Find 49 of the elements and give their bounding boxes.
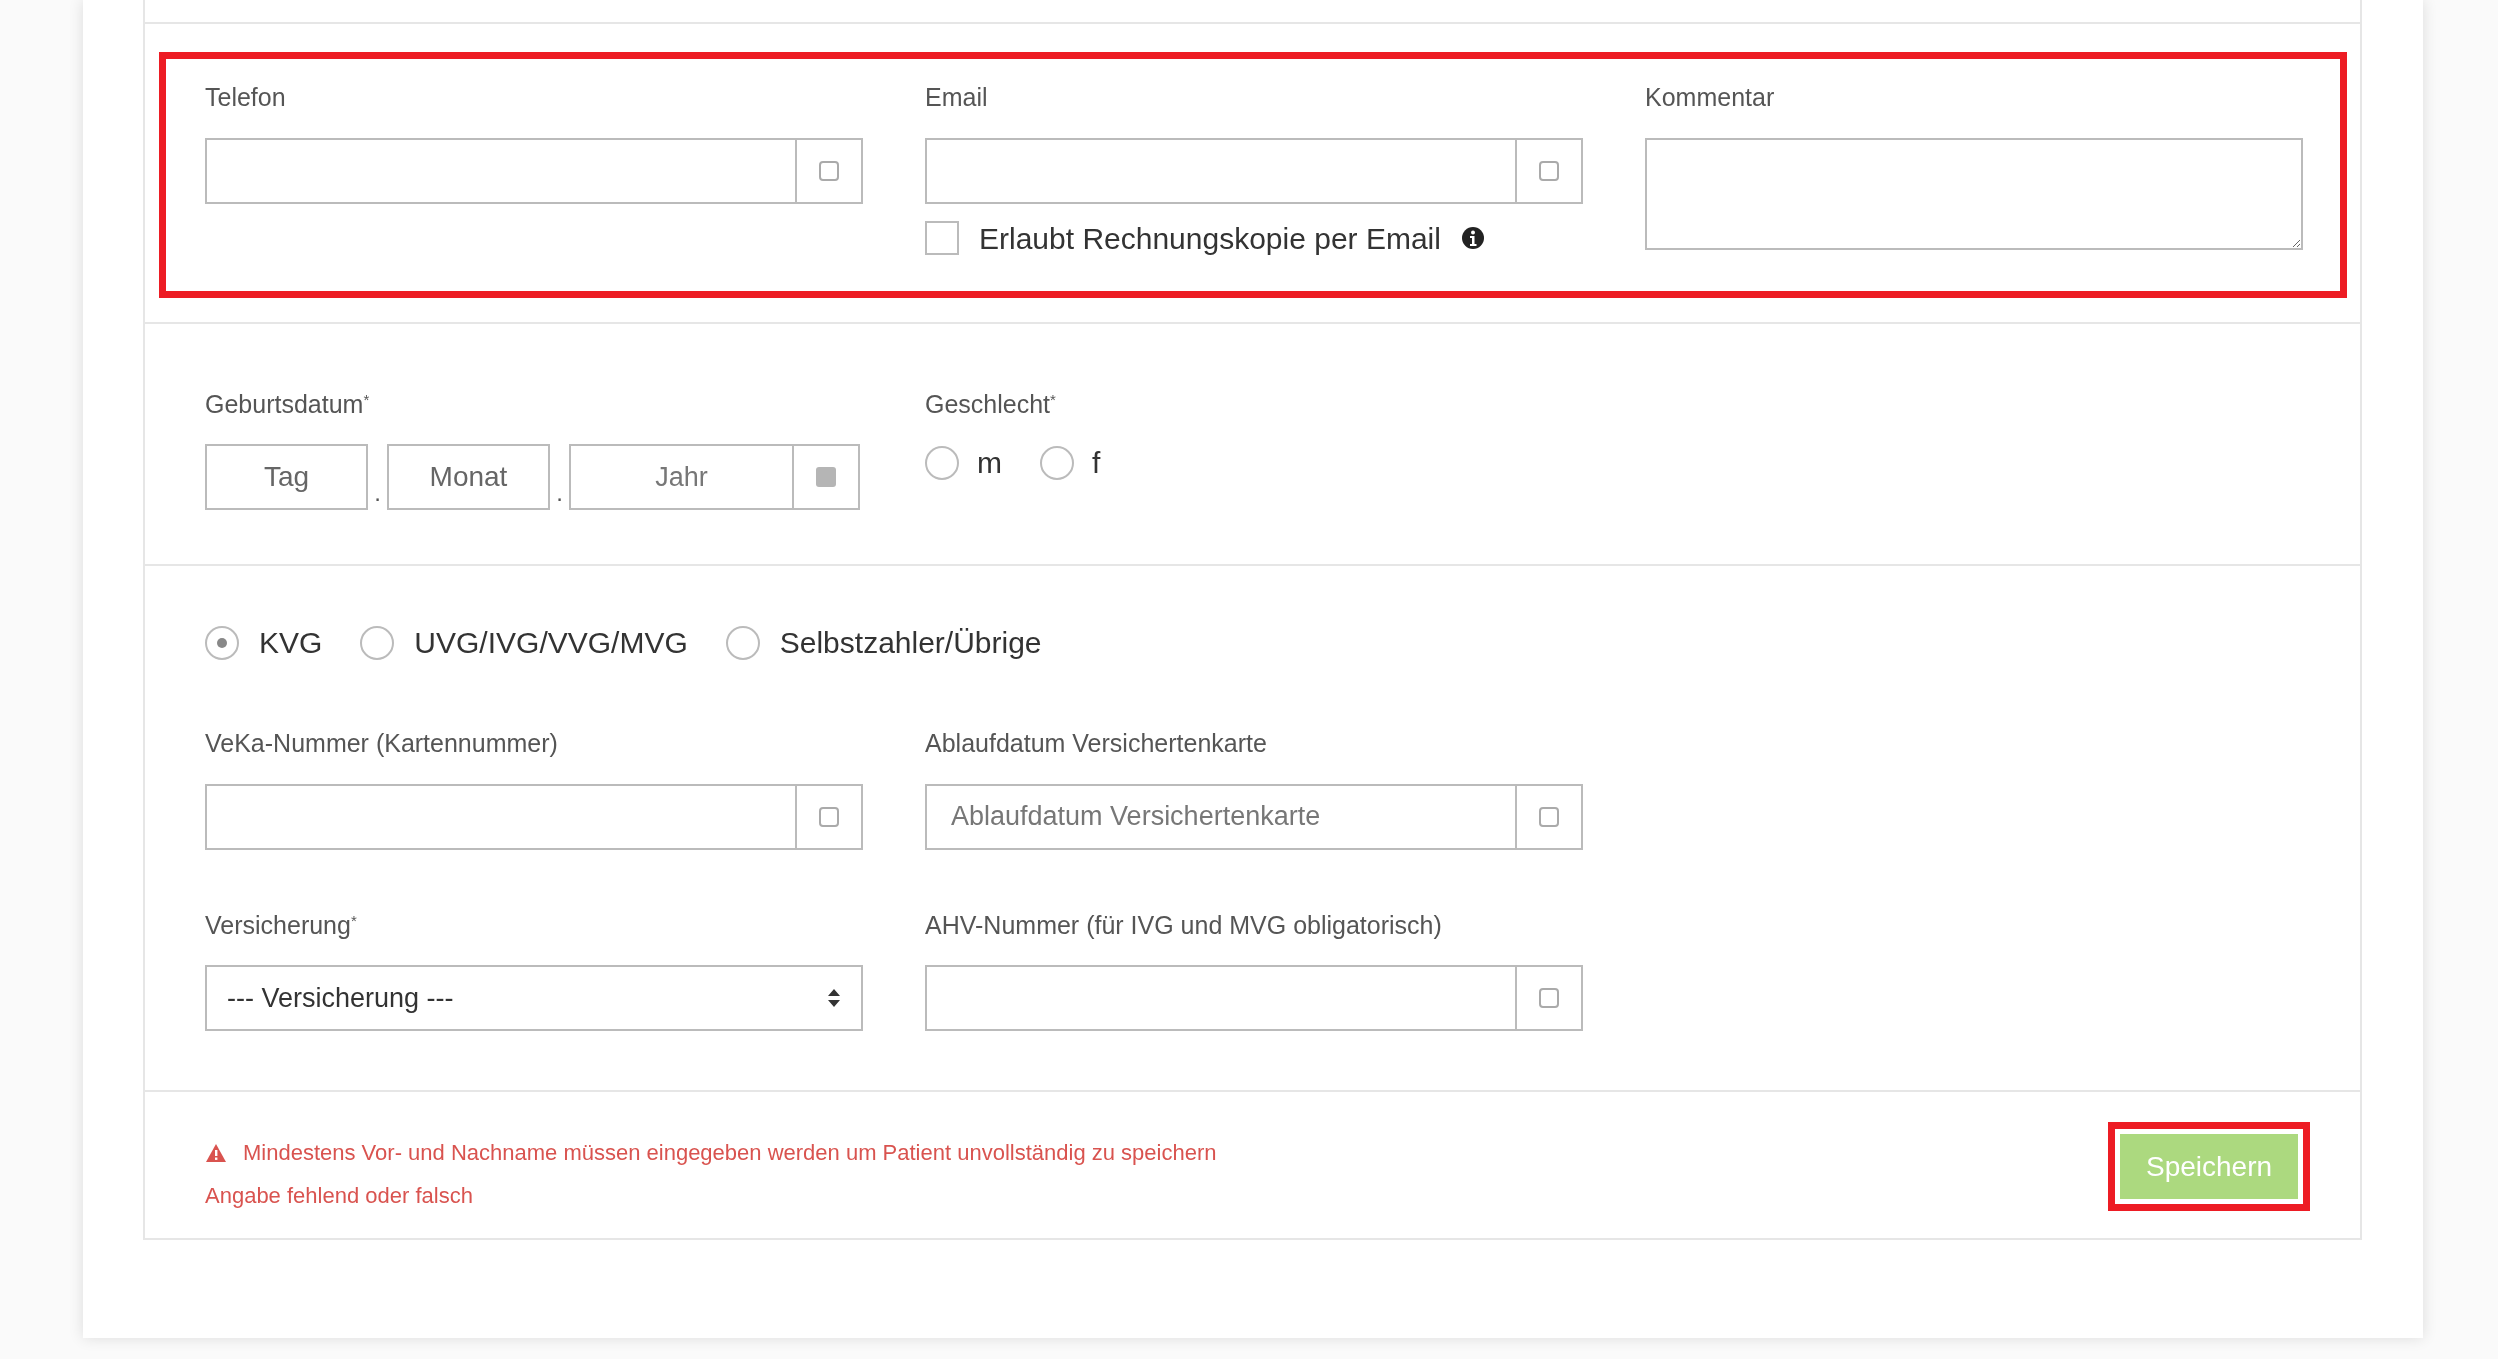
radio-label: Selbstzahler/Übrige: [779, 625, 1042, 661]
checkbox-icon: [1538, 805, 1560, 828]
radio-label: KVG: [259, 625, 323, 661]
text-field[interactable]: [925, 965, 1517, 1031]
date-separator: .: [555, 478, 564, 509]
checkbox-label: Erlaubt Rechnungskopie per Email: [979, 220, 1441, 257]
radio-label: UVG/IVG/VVG/MVG: [414, 625, 688, 661]
insurance-select[interactable]: --- Versicherung ---: [205, 965, 863, 1031]
phone-field[interactable]: [205, 137, 797, 204]
date-part-field[interactable]: Jahr: [569, 444, 794, 510]
field-label: AHV-Nummer (für IVG und MVG obligatorisch): [925, 909, 1442, 941]
radio-button[interactable]: [205, 625, 239, 660]
warning-message: Mindestens Vor- und Nachname müssen eingegeben werden um Patient unvollständig zu speichern: [243, 1139, 1217, 1167]
text-field[interactable]: [205, 783, 797, 850]
email-field[interactable]: [925, 137, 1517, 204]
input-addon[interactable]: [794, 444, 860, 510]
input-addon[interactable]: [797, 783, 863, 850]
checkbox[interactable]: [925, 221, 959, 255]
field-label: VeKa-Nummer (Kartennummer): [205, 728, 558, 759]
radio-label: m: [977, 445, 1002, 481]
comment-field[interactable]: [1645, 137, 2303, 250]
error-message: Angabe fehlend oder falsch: [205, 1183, 473, 1208]
date-separator: .: [373, 478, 382, 509]
radio-button[interactable]: [360, 625, 395, 660]
field-label: Ablaufdatum Versichertenkarte: [925, 728, 1267, 759]
checkbox-icon: [818, 805, 840, 828]
field-label: Geburtsdatum$^{*}$: [205, 388, 370, 420]
info-icon: [1460, 226, 1485, 250]
radio-button[interactable]: [925, 445, 959, 480]
date-part-field[interactable]: Monat: [387, 444, 550, 510]
date-part-field[interactable]: Tag: [205, 444, 368, 510]
warning-icon: [205, 1142, 227, 1163]
text-field[interactable]: Ablaufdatum Versichertenkarte: [925, 783, 1517, 850]
input-addon[interactable]: [797, 137, 863, 204]
radio-button[interactable]: [725, 625, 760, 660]
field-label: Versicherung$^{*}$: [205, 909, 357, 941]
input-addon[interactable]: [1517, 965, 1583, 1031]
checkbox-icon: [1538, 987, 1560, 1009]
input-addon[interactable]: [1517, 783, 1583, 850]
radio-label: f: [1092, 445, 1101, 481]
field-label: Kommentar: [1645, 82, 1775, 113]
checkbox-icon: [818, 159, 840, 182]
radio-button[interactable]: [1040, 445, 1074, 480]
input-addon[interactable]: [1517, 137, 1583, 204]
sort-icon: [827, 987, 841, 1009]
checkbox-icon: [1538, 159, 1560, 182]
field-label: Geschlecht$^{*}$: [925, 388, 1056, 420]
field-label: Email: [925, 82, 988, 113]
field-label: Telefon: [205, 82, 286, 113]
